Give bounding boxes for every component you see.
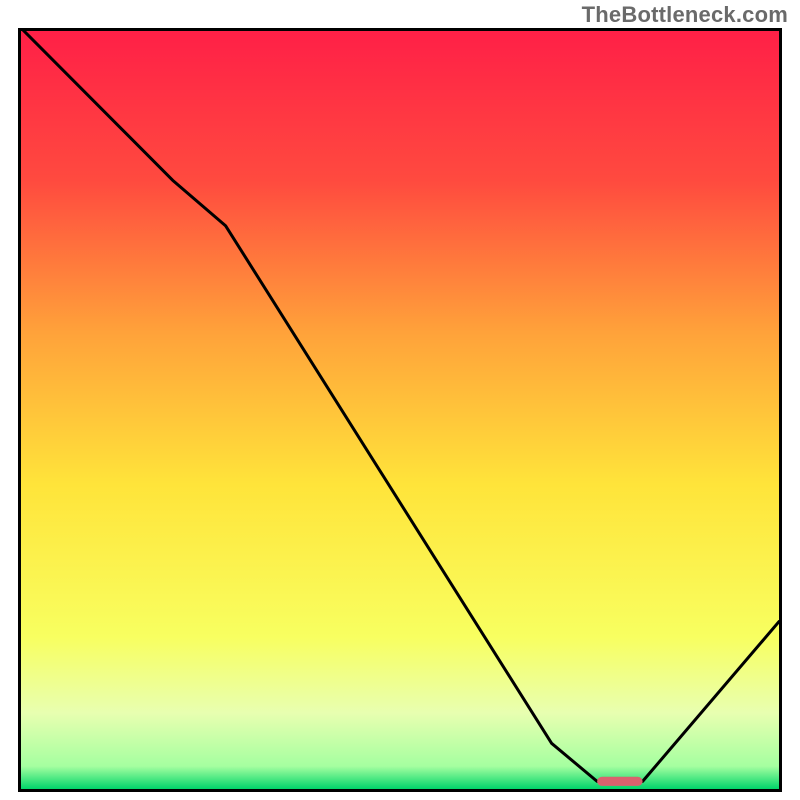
bottleneck-chart [18, 28, 782, 792]
optimal-range-marker [597, 777, 643, 786]
watermark-label: TheBottleneck.com [582, 2, 788, 28]
chart-container: TheBottleneck.com [0, 0, 800, 800]
